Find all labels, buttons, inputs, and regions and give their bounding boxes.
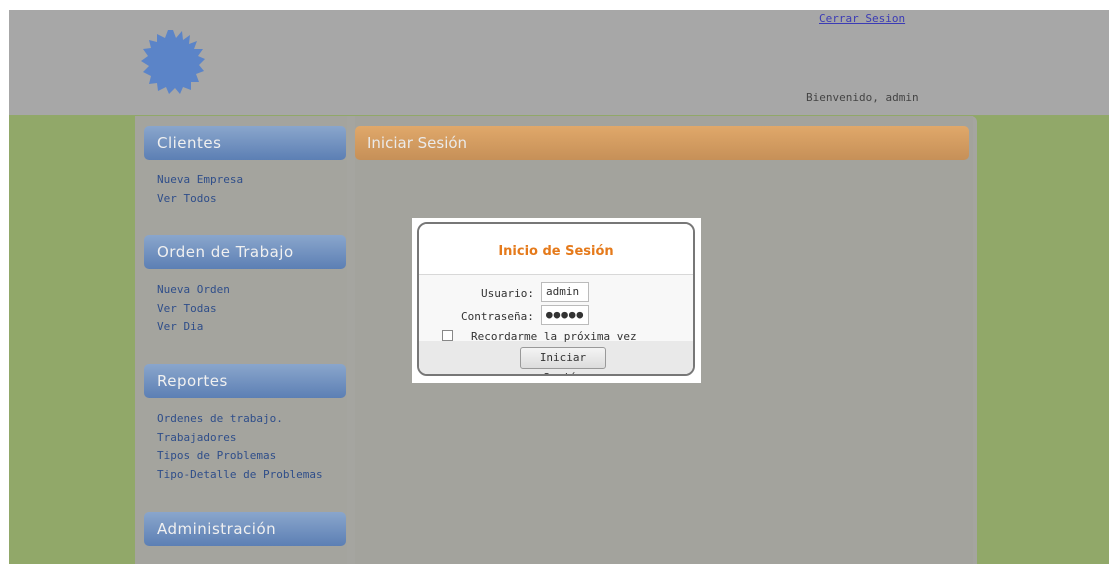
username-label: Usuario: xyxy=(481,287,534,300)
sidebar-item-tipo-detalle-de-problemas[interactable]: Tipo-Detalle de Problemas xyxy=(157,466,323,485)
password-label: Contraseña: xyxy=(461,310,534,323)
sidebar-nav-reportes: Ordenes de trabajo. Trabajadores Tipos d… xyxy=(157,410,323,484)
logout-link[interactable]: Cerrar Sesion xyxy=(819,12,905,25)
page-header: Cerrar Sesion Bienvenido, admin xyxy=(9,10,1109,115)
sidebar-item-ver-todos[interactable]: Ver Todos xyxy=(157,190,243,209)
sidebar-item-tipos-de-problemas[interactable]: Tipos de Problemas xyxy=(157,447,323,466)
sidebar-nav-clientes: Nueva Empresa Ver Todos xyxy=(157,171,243,208)
sidebar-item-ver-dia[interactable]: Ver Dia xyxy=(157,318,230,337)
sidebar-item-trabajadores[interactable]: Trabajadores xyxy=(157,429,323,448)
login-submit-button[interactable]: Iniciar Sesión xyxy=(520,347,606,374)
sidebar-section-reportes[interactable]: Reportes xyxy=(144,364,346,398)
login-dialog: Inicio de Sesión Usuario: admin Contrase… xyxy=(417,222,695,376)
sidebar: Clientes Nueva Empresa Ver Todos Orden d… xyxy=(135,116,347,564)
sidebar-item-nueva-orden[interactable]: Nueva Orden xyxy=(157,281,230,300)
sidebar-section-administracion[interactable]: Administración xyxy=(144,512,346,546)
dialog-title: Inicio de Sesión xyxy=(498,244,614,259)
username-input[interactable]: admin xyxy=(541,282,589,302)
dialog-header: Inicio de Sesión xyxy=(419,224,693,275)
logo-badge-icon xyxy=(141,30,205,94)
dialog-body: Usuario: admin Contraseña: ●●●●● Recorda… xyxy=(419,275,693,374)
sidebar-item-ver-todas[interactable]: Ver Todas xyxy=(157,300,230,319)
password-input[interactable]: ●●●●● xyxy=(541,305,589,325)
remember-label: Recordarme la próxima vez xyxy=(471,330,637,343)
sidebar-nav-orden-de-trabajo: Nueva Orden Ver Todas Ver Dia xyxy=(157,281,230,337)
remember-checkbox[interactable] xyxy=(442,330,453,341)
sidebar-item-ordenes-de-trabajo[interactable]: Ordenes de trabajo. xyxy=(157,410,323,429)
page-title: Iniciar Sesión xyxy=(355,126,969,160)
welcome-text: Bienvenido, admin xyxy=(806,91,919,104)
sidebar-item-nueva-empresa[interactable]: Nueva Empresa xyxy=(157,171,243,190)
sidebar-section-orden-de-trabajo[interactable]: Orden de Trabajo xyxy=(144,235,346,269)
sidebar-section-clientes[interactable]: Clientes xyxy=(144,126,346,160)
